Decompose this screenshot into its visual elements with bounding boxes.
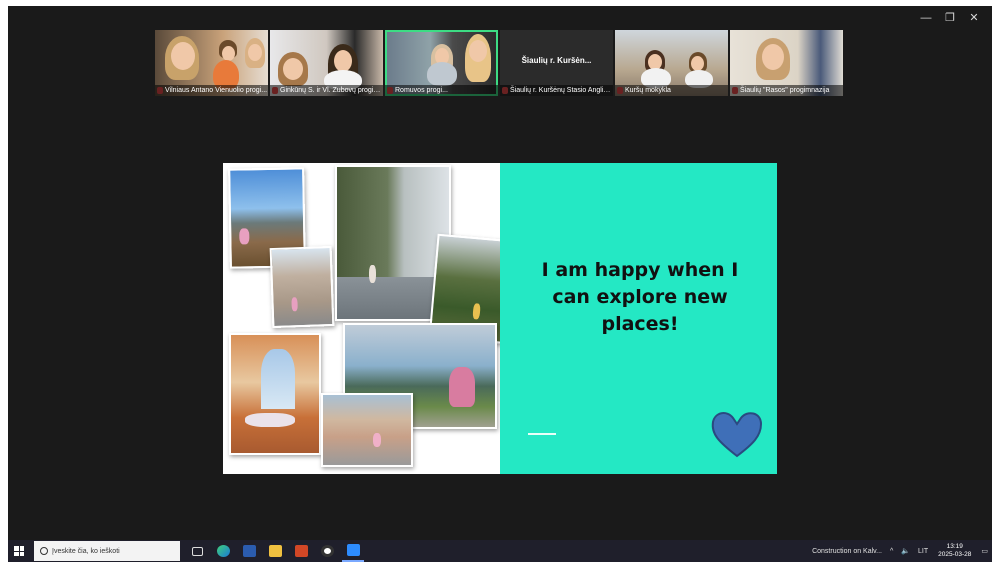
shared-screen-slide: I am happy when I can explore new places… — [223, 163, 777, 474]
participant-label: Ginkūnų S. ir Vl. Zubovų progimn... — [270, 85, 383, 96]
slide-dash-decoration — [528, 433, 556, 435]
powerpoint-icon[interactable] — [290, 540, 312, 562]
taskbar: Įveskite čia, ko ieškoti Construction on… — [8, 540, 992, 562]
media-icon[interactable] — [316, 540, 338, 562]
restore-button[interactable]: ❐ — [938, 10, 962, 26]
participant-label: Šiaulių "Rasos" progimnazija — [730, 85, 843, 96]
explorer-icon[interactable] — [264, 540, 286, 562]
participant-tile[interactable]: Ginkūnų S. ir Vl. Zubovų progimn... — [270, 30, 383, 96]
participant-label: Šiaulių r. Kuršėnų Stasio Anglicki... — [500, 85, 613, 96]
taskbar-clock[interactable]: 13:19 2025-03-28 — [938, 543, 971, 559]
search-placeholder: Įveskite čia, ko ieškoti — [52, 547, 120, 555]
participant-tile-active-speaker[interactable]: Romuvos progi... — [385, 30, 498, 96]
participant-label: Vilniaus Antano Vienuolio progi... — [155, 85, 268, 96]
participant-strip: Vilniaus Antano Vienuolio progi... Ginkū… — [155, 30, 845, 96]
zoom-icon[interactable] — [342, 540, 364, 562]
task-view-icon[interactable] — [186, 540, 208, 562]
notifications-icon[interactable]: ▭ — [981, 547, 988, 555]
language-indicator[interactable]: LIT — [918, 548, 928, 555]
windows-logo-icon — [14, 546, 24, 556]
edge-icon[interactable] — [212, 540, 234, 562]
photo-hallway-mirror — [229, 333, 321, 455]
participant-tile[interactable]: Vilniaus Antano Vienuolio progi... — [155, 30, 268, 96]
start-button[interactable] — [8, 540, 30, 562]
participant-label: Romuvos progi... — [385, 85, 498, 96]
system-tray: Construction on Kalv... ^ 🔈 LIT 13:19 20… — [808, 540, 992, 562]
photo-city-street — [269, 245, 335, 329]
volume-icon[interactable]: 🔈 — [901, 547, 910, 555]
participant-display-name: Šiaulių r. Kuršėn... — [521, 56, 592, 65]
clock-time: 13:19 — [946, 543, 963, 550]
notification-weather[interactable]: Construction on Kalv... — [812, 548, 882, 555]
chevron-up-icon[interactable]: ^ — [890, 548, 893, 555]
clock-date: 2025-03-28 — [938, 551, 972, 558]
window-controls: — ❐ ✕ — [914, 10, 986, 26]
heart-icon — [711, 412, 763, 458]
minimize-button[interactable]: — — [914, 10, 938, 26]
participant-tile[interactable]: Šiaulių r. Kuršėn... Šiaulių r. Kuršėnų … — [500, 30, 613, 96]
word-icon[interactable] — [238, 540, 260, 562]
slide-text-panel: I am happy when I can explore new places… — [500, 163, 777, 474]
close-button[interactable]: ✕ — [962, 10, 986, 26]
participant-tile[interactable]: Šiaulių "Rasos" progimnazija — [730, 30, 843, 96]
search-icon — [40, 547, 48, 555]
taskbar-search-box[interactable]: Įveskite čia, ko ieškoti — [34, 541, 180, 561]
slide-caption: I am happy when I can explore new places… — [541, 259, 739, 335]
participant-tile[interactable]: Kuršų mokykla — [615, 30, 728, 96]
participant-label: Kuršų mokykla — [615, 85, 728, 96]
photo-town-square — [321, 393, 413, 467]
zoom-window: — ❐ ✕ Vilniaus Antano Vienuolio progi...… — [8, 6, 992, 540]
